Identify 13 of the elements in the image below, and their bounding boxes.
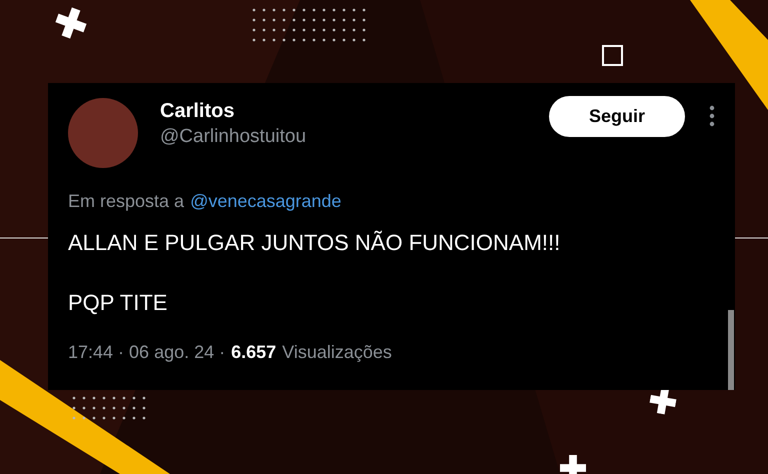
plus-icon [560,455,586,474]
more-options-icon[interactable] [709,105,715,127]
square-outline-icon [602,45,623,66]
view-count: 6.657 [231,341,276,364]
tweet-text: ALLAN E PULGAR JUNTOS NÃO FUNCIONAM!!! [68,229,562,257]
author-name: Carlitos [160,99,236,124]
mention-link[interactable]: @venecasagrande [190,188,342,215]
tweet-timestamp: 17:44 · 06 ago. 24 · [68,341,226,364]
author-handle: @Carlinhostuitou [160,125,306,149]
reply-prefix: Em resposta a [68,190,184,213]
follow-button[interactable]: Seguir [549,96,685,137]
views-label: Visualizações [282,341,392,364]
tweet-text: PQP TITE [68,289,168,317]
